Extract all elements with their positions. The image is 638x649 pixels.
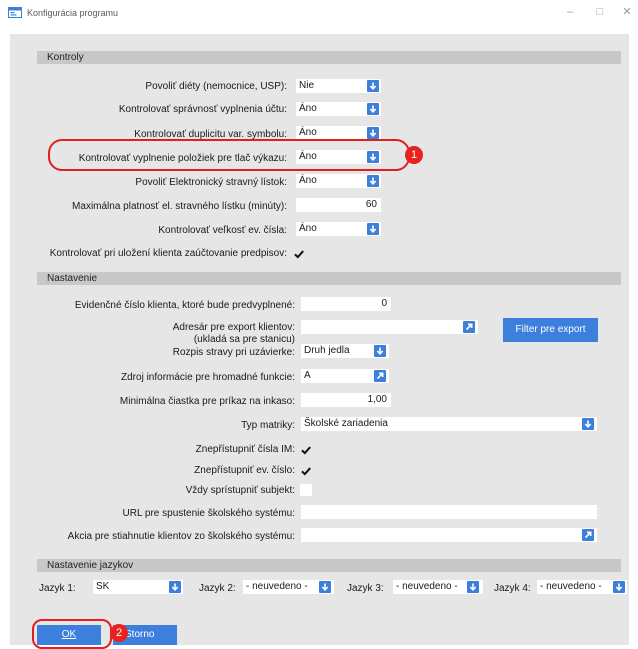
title-bar: Konfigurácia programu – □ ✕ — [0, 0, 638, 26]
chevron-down-icon[interactable] — [319, 581, 331, 593]
app-icon — [8, 7, 22, 18]
jazyk1-value: SK — [96, 581, 110, 592]
chevron-down-icon[interactable] — [467, 581, 479, 593]
zdroj-label: Zdroj informácie pre hromadné funkcie: — [121, 372, 295, 383]
velkost-value: Áno — [299, 223, 317, 234]
subjekt-label: Vždy sprístupniť subjekt: — [185, 485, 295, 496]
minimize-button[interactable]: – — [563, 5, 577, 19]
akcia-input[interactable] — [301, 528, 597, 542]
im-checkbox[interactable] — [299, 443, 313, 457]
filter-export-button[interactable]: Filter pre export — [503, 318, 598, 342]
diety-label: Povoliť diéty (nemocnice, USP): — [145, 81, 287, 92]
platnost-label: Maximálna platnosť el. stravného lístku … — [72, 201, 287, 212]
evidencne-label: Evidenčné číslo klienta, ktoré bude pred… — [74, 300, 295, 311]
esl-value: Áno — [299, 175, 317, 186]
ev-checkbox[interactable] — [299, 464, 313, 478]
ev-label: Znepřístupniť ev. číslo: — [194, 465, 295, 476]
typ-value: Školské zariadenia — [304, 418, 388, 429]
diety-value: Nie — [299, 80, 315, 91]
chevron-down-icon[interactable] — [367, 223, 379, 235]
typ-select[interactable]: Školské zariadenia — [301, 417, 597, 431]
evidencne-input[interactable]: 0 — [301, 297, 391, 311]
duplicita-value: Áno — [299, 127, 317, 138]
chevron-down-icon[interactable] — [367, 127, 379, 139]
chevron-down-icon[interactable] — [367, 80, 379, 92]
jazyk2-value: - neuvedeno - — [246, 581, 308, 592]
minimalna-input[interactable]: 1,00 — [301, 393, 391, 407]
jazyk1-label: Jazyk 1: — [39, 583, 76, 594]
open-link-icon[interactable] — [374, 370, 386, 382]
chevron-down-icon[interactable] — [613, 581, 625, 593]
window-title: Konfigurácia programu — [27, 8, 119, 18]
spravnost-label: Kontrolovať správnosť vyplnenia účtu: — [118, 104, 287, 115]
jazyk4-value: - neuvedeno - — [540, 581, 602, 592]
zauctovanie-label: Kontrolovať pri uložení klienta zaúčtova… — [49, 248, 287, 259]
adresar-input[interactable] — [301, 320, 478, 334]
zdroj-value: A — [304, 370, 311, 381]
spravnost-value: Áno — [299, 103, 317, 114]
esl-label: Povoliť Elektronický stravný lístok: — [135, 177, 287, 188]
chevron-down-icon[interactable] — [367, 175, 379, 187]
velkost-label: Kontrolovať veľkosť ev. čísla: — [158, 225, 287, 236]
jazyk3-value: - neuvedeno - — [396, 581, 458, 592]
chevron-down-icon[interactable] — [582, 418, 594, 430]
rozpis-label: Rozpis stravy pri uzávierke: — [172, 347, 295, 358]
chevron-down-icon[interactable] — [367, 103, 379, 115]
callout-badge-1: 1 — [405, 146, 423, 164]
section-kontroly: Kontroly — [37, 51, 621, 64]
maximize-button[interactable]: □ — [593, 5, 607, 19]
url-input[interactable] — [301, 505, 597, 519]
adresar-label: Adresár pre export klientov: — [172, 322, 295, 333]
zauctovanie-checkbox[interactable] — [292, 247, 306, 261]
open-folder-icon[interactable] — [463, 321, 475, 333]
highlight-ring-1 — [48, 139, 410, 171]
open-link-icon[interactable] — [582, 529, 594, 541]
url-label: URL pre spustenie školského systému: — [122, 508, 296, 519]
im-label: Znepřístupniť čísla IM: — [195, 444, 295, 455]
adresar-sublabel: (ukladá sa pre stanicu) — [193, 334, 295, 345]
jazyk2-label: Jazyk 2: — [199, 583, 236, 594]
callout-badge-2: 2 — [110, 624, 128, 642]
minimalna-label: Minimálna čiastka pre príkaz na inkaso: — [119, 396, 295, 407]
typ-label: Typ matriky: — [241, 420, 295, 431]
jazyk3-label: Jazyk 3: — [347, 583, 384, 594]
akcia-label: Akcia pre stiahnutie klientov zo školské… — [67, 531, 295, 542]
chevron-down-icon[interactable] — [169, 581, 181, 593]
platnost-input[interactable]: 60 — [296, 198, 381, 212]
chevron-down-icon[interactable] — [374, 345, 386, 357]
subjekt-checkbox[interactable] — [300, 484, 312, 496]
rozpis-value: Druh jedla — [304, 345, 350, 356]
section-nastavenie: Nastavenie — [37, 272, 621, 285]
section-jazyky: Nastavenie jazykov — [37, 559, 621, 572]
jazyk4-label: Jazyk 4: — [494, 583, 531, 594]
close-button[interactable]: ✕ — [620, 5, 634, 19]
